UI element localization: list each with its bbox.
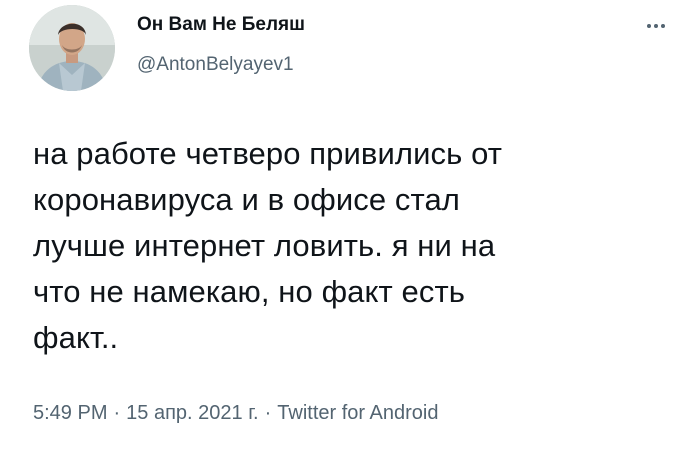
more-horizontal-icon-dot-2 [654,24,658,28]
tweet-time[interactable]: 5:49 PM [33,402,107,424]
tweet-card: Он Вам Не Беляш @AntonBelyayev1 на работ… [0,0,700,455]
tweet-date[interactable]: 15 апр. 2021 г. [126,402,258,424]
more-horizontal-icon [647,24,651,28]
tweet-meta: 5:49 PM · 15 апр. 2021 г. · Twitter for Andr… [33,402,438,425]
tweet-text: на работе четверо привились от коронавир… [33,136,503,355]
avatar-photo-icon [29,5,115,91]
display-name[interactable]: Он Вам Не Беляш [137,14,305,36]
tweet-source[interactable]: Twitter for Android [277,402,438,424]
more-options-button[interactable] [636,12,676,40]
meta-separator-2: · [264,402,272,424]
user-handle[interactable]: @AntonBelyayev1 [137,54,294,76]
more-horizontal-icon-dot-3 [661,24,665,28]
avatar[interactable] [29,5,115,91]
meta-separator: · [113,402,121,424]
